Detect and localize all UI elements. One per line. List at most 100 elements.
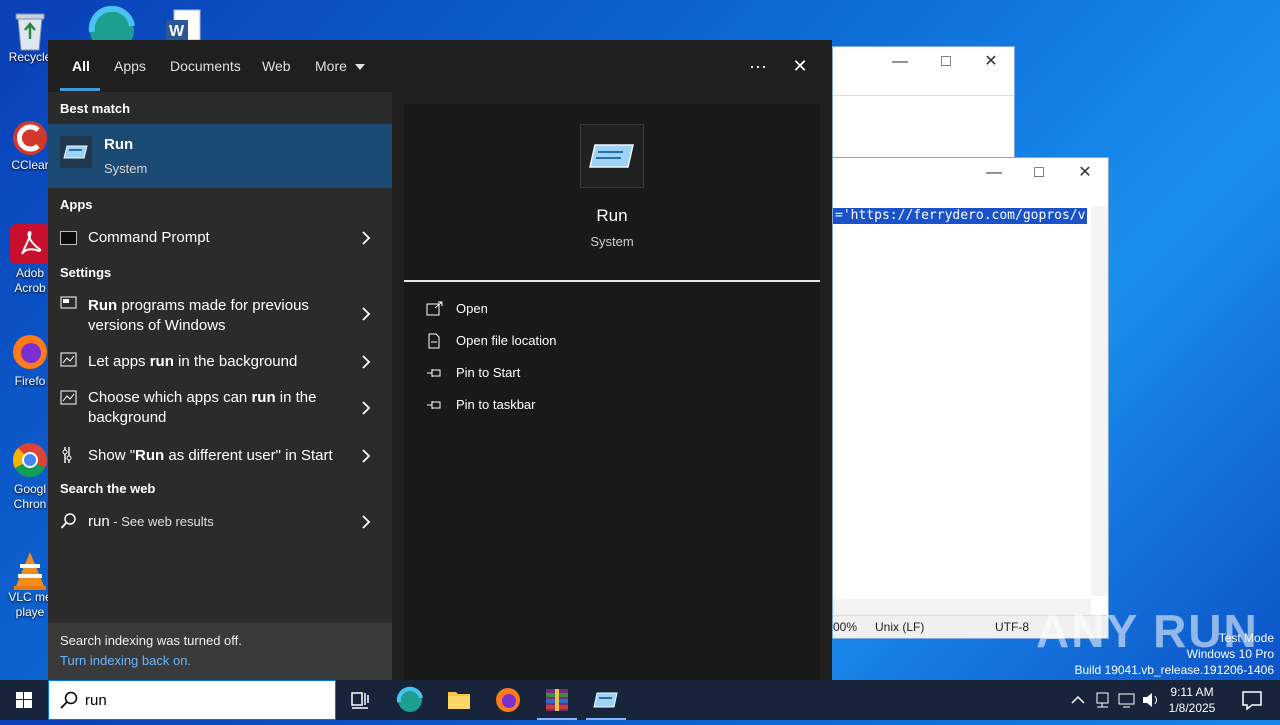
taskbar-clock[interactable]: 9:11 AM 1/8/2025: [1160, 684, 1224, 716]
start-button[interactable]: [0, 680, 48, 720]
run-app-icon: [593, 692, 618, 708]
divider: [404, 280, 820, 282]
search-icon: [60, 691, 78, 709]
taskbar-edge[interactable]: [386, 680, 434, 720]
close-icon[interactable]: ✕: [782, 52, 818, 80]
settings-item-choose-background-apps[interactable]: Choose which apps can run in the backgro…: [48, 382, 392, 434]
app-item-command-prompt[interactable]: Command Prompt: [48, 218, 392, 258]
tab-more-label: More: [315, 58, 347, 74]
desktop-icon-word[interactable]: W: [164, 8, 204, 41]
maximize-icon[interactable]: □: [923, 47, 969, 77]
action-open[interactable]: Open: [426, 298, 726, 322]
show-hidden-icons[interactable]: [1068, 680, 1088, 720]
close-icon[interactable]: ✕: [1062, 158, 1108, 188]
tab-web[interactable]: Web: [262, 58, 291, 74]
more-options-icon[interactable]: ···: [740, 52, 776, 80]
selected-url-text[interactable]: ='https://ferrydero.com/gopros/v: [833, 208, 1088, 224]
action-label: Pin to taskbar: [456, 397, 536, 412]
action-label: Pin to Start: [456, 365, 521, 380]
status-zoom: 00%: [833, 620, 858, 634]
tab-more[interactable]: More: [315, 58, 365, 74]
maximize-icon[interactable]: □: [1016, 158, 1062, 188]
action-center-button[interactable]: [1232, 680, 1272, 720]
best-match-subtitle: System: [104, 161, 148, 176]
acrobat-icon: [10, 224, 50, 264]
search-input[interactable]: [85, 689, 325, 711]
settings-item-run-previous-versions[interactable]: Run programs made for previous versions …: [48, 286, 392, 338]
background-editor-window[interactable]: — □ ✕ ='https://ferrydero.com/gopros/v 0…: [832, 157, 1109, 639]
start-settings-icon: [60, 446, 78, 464]
search-tabs: All Apps Documents Web More ··· ✕: [48, 40, 832, 92]
chevron-up-icon: [1071, 695, 1085, 704]
detail-subtitle: System: [590, 234, 634, 249]
chevron-right-icon[interactable]: [358, 448, 374, 464]
clock-time: 9:11 AM: [1170, 685, 1214, 699]
section-best-match: Best match: [60, 101, 131, 116]
taskbar-file-explorer[interactable]: [435, 680, 483, 720]
ccleaner-icon: [10, 116, 50, 156]
results-list: Best match Run System Apps Command Promp…: [48, 92, 392, 680]
action-label: Open: [456, 301, 488, 316]
window-titlebar: — □ ✕: [833, 47, 1014, 96]
taskbar-search-box[interactable]: [48, 680, 336, 720]
best-match-item[interactable]: Run System: [48, 124, 392, 188]
chevron-right-icon[interactable]: [358, 306, 374, 322]
tray-volume[interactable]: [1140, 680, 1162, 720]
taskbar-winrar[interactable]: [533, 680, 581, 720]
desktop-icon-edge[interactable]: [88, 5, 136, 52]
tab-apps[interactable]: Apps: [114, 58, 146, 74]
tab-documents[interactable]: Documents: [170, 58, 241, 74]
windows-logo-icon: [16, 692, 32, 708]
winrar-icon: [546, 689, 568, 711]
task-view-icon: [351, 692, 369, 709]
notification-icon: [1242, 691, 1262, 711]
firefox-icon: [10, 332, 50, 372]
close-icon[interactable]: ✕: [968, 47, 1014, 77]
status-eol: Unix (LF): [875, 620, 925, 634]
ethernet-icon: [1118, 693, 1135, 708]
background-apps-icon: [60, 390, 78, 408]
settings-item-background-apps[interactable]: Let apps run in the background: [48, 344, 392, 380]
indexing-notice: Search indexing was turned off. Turn ind…: [48, 623, 392, 680]
open-icon: [426, 301, 443, 316]
settings-item-label: Show "Run as different user" in Start: [88, 447, 333, 464]
firefox-icon: [496, 688, 520, 712]
chevron-right-icon[interactable]: [358, 354, 374, 370]
pin-icon: [427, 369, 441, 377]
network-icon: [1096, 692, 1109, 708]
window-titlebar: — □ ✕: [833, 158, 1108, 206]
indexing-notice-text: Search indexing was turned off.: [60, 633, 242, 648]
settings-item-run-as-different-user[interactable]: Show "Run as different user" in Start: [48, 438, 392, 474]
taskbar-run[interactable]: [582, 680, 630, 720]
chevron-right-icon[interactable]: [358, 400, 374, 416]
minimize-icon[interactable]: —: [971, 158, 1017, 188]
vertical-scrollbar[interactable]: [1091, 206, 1108, 596]
search-icon: [60, 512, 78, 530]
app-item-label: Command Prompt: [88, 229, 210, 246]
compatibility-settings-icon: [60, 296, 78, 314]
background-window-1[interactable]: — □ ✕: [832, 46, 1015, 160]
action-pin-to-start[interactable]: Pin to Start: [426, 362, 726, 386]
taskbar-firefox[interactable]: [484, 680, 532, 720]
task-view-button[interactable]: [336, 680, 384, 720]
recycle-bin-icon: [10, 8, 50, 51]
tray-network-drive[interactable]: [1092, 680, 1114, 720]
turn-indexing-on-link[interactable]: Turn indexing back on.: [60, 653, 191, 668]
web-search-item[interactable]: run - See web results: [48, 502, 392, 542]
action-label: Open file location: [456, 333, 557, 348]
detail-title: Run: [596, 206, 628, 225]
run-app-icon: [580, 124, 644, 188]
folder-icon: [448, 692, 470, 709]
tray-network[interactable]: [1116, 680, 1138, 720]
best-match-title: Run: [104, 136, 134, 153]
chevron-right-icon[interactable]: [358, 230, 374, 246]
chrome-icon: [10, 440, 50, 480]
test-mode-text: Test Mode: [1218, 631, 1274, 645]
clock-date: 1/8/2025: [1168, 701, 1216, 715]
minimize-icon[interactable]: —: [877, 47, 923, 77]
windows-build-text: Build 19041.vb_release.191206-1406: [1074, 663, 1275, 677]
action-open-file-location[interactable]: Open file location: [426, 330, 726, 354]
action-pin-to-taskbar[interactable]: Pin to taskbar: [426, 394, 726, 418]
chevron-right-icon[interactable]: [358, 514, 374, 530]
tab-all[interactable]: All: [72, 58, 90, 74]
